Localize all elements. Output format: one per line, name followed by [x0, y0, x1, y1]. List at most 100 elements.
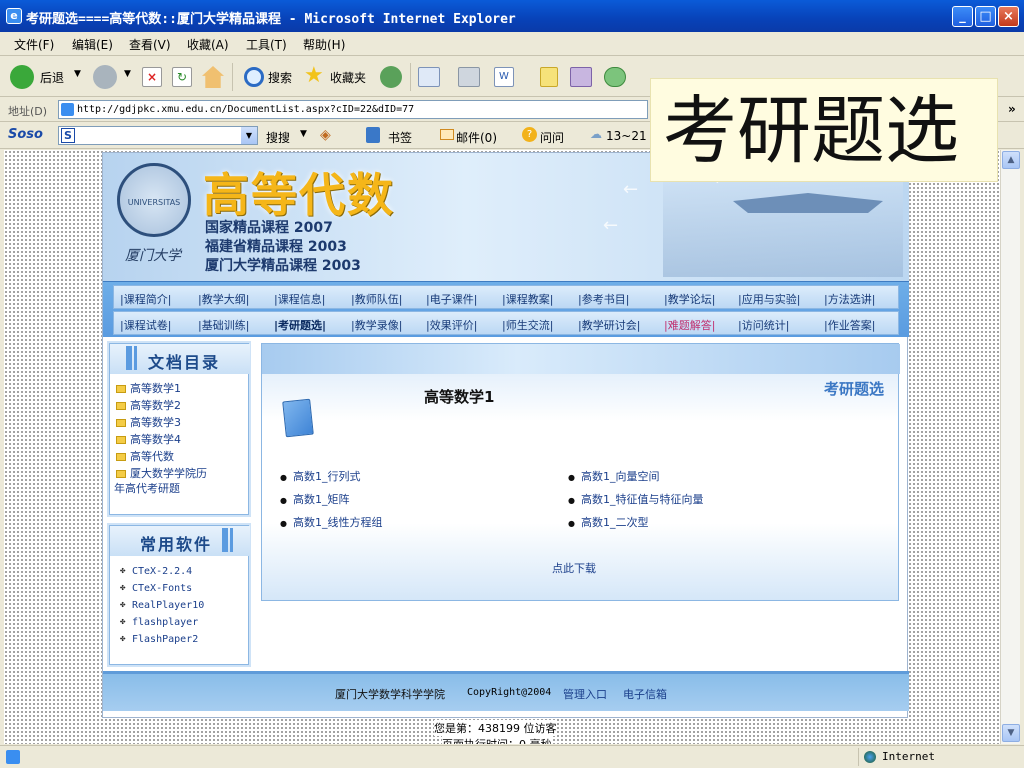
soso-search-dropdown-icon[interactable]: ▼ — [300, 129, 307, 139]
nav-link[interactable]: |电子课件| — [426, 291, 477, 307]
favorites-button[interactable]: 收藏夹 — [330, 69, 366, 86]
mailbox-link[interactable]: 电子信箱 — [623, 686, 667, 702]
nav-link[interactable]: |师生交流| — [502, 317, 553, 333]
toolbar-more-icon[interactable]: » — [1008, 102, 1016, 116]
back-button[interactable]: 后退 — [40, 69, 64, 86]
weather-icon: ☁ — [590, 127, 602, 141]
scroll-up-icon[interactable]: ▲ — [1002, 151, 1020, 169]
refresh-icon[interactable]: ↻ — [172, 67, 192, 87]
web-page: ← ← ← UNIVERSITAS 厦门大学 高等代数 国家精品课程 2007 … — [102, 152, 909, 718]
nav-link[interactable]: |教学大纲| — [198, 291, 249, 307]
doc-link[interactable]: 高数1_向量空间 — [568, 468, 660, 484]
soso-mail-button[interactable]: 邮件(0) — [456, 129, 497, 146]
print-icon[interactable] — [458, 67, 480, 87]
doc-item[interactable]: 高等代数 — [116, 448, 174, 464]
bookmarks-button[interactable]: 书签 — [388, 129, 412, 146]
notes-icon[interactable] — [540, 67, 558, 87]
software-item[interactable]: ✤ CTeX-2.2.4 — [120, 566, 192, 577]
back-dropdown-icon[interactable]: ▼ — [74, 69, 81, 79]
page-viewport: ← ← ← UNIVERSITAS 厦门大学 高等代数 国家精品课程 2007 … — [4, 150, 1000, 744]
software-title: 常用软件 — [140, 535, 213, 554]
menu-favorites[interactable]: 收藏(A) — [187, 36, 229, 53]
nav-link[interactable]: |教学录像| — [351, 317, 402, 333]
university-signature: 厦门大学 — [125, 248, 181, 264]
nav-link[interactable]: |基础训练| — [198, 317, 249, 333]
menu-tools[interactable]: 工具(T) — [246, 36, 287, 53]
admin-link[interactable]: 管理入口 — [563, 686, 607, 702]
doc-link[interactable]: 高数1_行列式 — [280, 468, 361, 484]
nav-link[interactable]: |作业答案| — [824, 317, 875, 333]
nav-link[interactable]: |课程简介| — [120, 291, 171, 307]
mail-icon[interactable] — [418, 67, 440, 87]
course-nav: |课程简介| |教学大纲| |课程信息| |教师队伍| |电子课件| |课程教案… — [103, 281, 909, 337]
soso-dropdown-icon[interactable]: ▼ — [241, 127, 257, 144]
doc-link[interactable]: 高数1_特征值与特征向量 — [568, 491, 704, 507]
soso-weather[interactable]: 13~21 — [606, 129, 647, 143]
menu-edit[interactable]: 编辑(E) — [72, 36, 113, 53]
word-edit-icon[interactable]: W — [494, 67, 514, 87]
stop-icon[interactable]: × — [142, 67, 162, 87]
doc-item[interactable]: 高等数学3 — [116, 414, 181, 430]
pin-icon: ✤ — [120, 617, 126, 627]
nav-link[interactable]: |教学论坛| — [664, 291, 715, 307]
favorites-star-icon[interactable]: ★ — [304, 65, 324, 87]
download-link[interactable]: 点此下载 — [552, 560, 596, 576]
software-item[interactable]: ✤ flashplayer — [120, 617, 198, 628]
visitor-counter: 您是第：438199 位访客 — [434, 720, 557, 736]
scroll-down-icon[interactable]: ▼ — [1002, 724, 1020, 742]
maximize-button[interactable]: □ — [975, 6, 996, 27]
close-button[interactable]: × — [998, 6, 1019, 27]
doc-link[interactable]: 高数1_矩阵 — [280, 491, 350, 507]
nav-link[interactable]: |应用与实验| — [738, 291, 800, 307]
messenger-icon[interactable] — [604, 67, 626, 87]
doc-link[interactable]: 高数1_二次型 — [568, 514, 649, 530]
vertical-scrollbar[interactable]: ▲ ▼ — [1000, 150, 1020, 744]
nav-link[interactable]: |教师队伍| — [351, 291, 402, 307]
nav-link[interactable]: |参考书目| — [578, 291, 629, 307]
doc-link[interactable]: 高数1_线性方程组 — [280, 514, 383, 530]
soso-search-input[interactable]: S ▼ — [58, 126, 258, 145]
nav-link[interactable]: |访问统计| — [738, 317, 789, 333]
menu-file[interactable]: 文件(F) — [14, 36, 54, 53]
forward-icon[interactable] — [93, 65, 117, 89]
bookmarks-icon — [366, 127, 380, 143]
nav-link-current[interactable]: |考研题选| — [274, 317, 326, 333]
research-icon[interactable] — [570, 67, 592, 87]
doc-item[interactable]: 高等数学2 — [116, 397, 181, 413]
menu-view[interactable]: 查看(V) — [129, 36, 171, 53]
software-item[interactable]: ✤ RealPlayer10 — [120, 600, 204, 611]
doc-item-continued[interactable]: 年高代考研题 — [114, 480, 180, 496]
minimize-button[interactable]: _ — [952, 6, 973, 27]
soso-tools-icon[interactable]: ◈ — [320, 127, 331, 143]
nav-link[interactable]: |课程教案| — [502, 291, 553, 307]
menu-help[interactable]: 帮助(H) — [303, 36, 345, 53]
doc-item[interactable]: 高等数学4 — [116, 431, 181, 447]
list-heading: 高等数学1 — [424, 388, 495, 406]
nav-link[interactable]: |教学研讨会| — [578, 317, 640, 333]
pin-icon: ✤ — [120, 600, 126, 610]
nav-link[interactable]: |课程试卷| — [120, 317, 171, 333]
address-label: 地址(D) — [8, 105, 48, 118]
search-icon[interactable] — [244, 67, 264, 87]
search-button[interactable]: 搜索 — [268, 69, 292, 86]
doc-item[interactable]: 高等数学1 — [116, 380, 181, 396]
software-item[interactable]: ✤ CTeX-Fonts — [120, 583, 192, 594]
address-url: http://gdjpkc.xmu.edu.cn/DocumentList.as… — [77, 104, 415, 115]
footer-copyright: CopyRight@2004 — [467, 687, 552, 698]
software-item[interactable]: ✤ FlashPaper2 — [120, 634, 198, 645]
history-icon[interactable] — [380, 66, 402, 88]
nav-link[interactable]: |效果评价| — [426, 317, 477, 333]
title-bar: e 考研题选====高等代数::厦门大学精品课程 - Microsoft Int… — [0, 0, 1024, 32]
document-icon — [282, 398, 314, 438]
back-icon[interactable] — [10, 65, 34, 89]
nav-link[interactable]: |难题解答| — [664, 317, 715, 333]
doc-item[interactable]: 厦大数学学院历 — [116, 465, 207, 481]
soso-ask-button[interactable]: 问问 — [540, 129, 564, 146]
address-input[interactable]: http://gdjpkc.xmu.edu.cn/DocumentList.as… — [58, 100, 648, 119]
nav-link[interactable]: |课程信息| — [274, 291, 325, 307]
soso-search-button[interactable]: 搜搜 — [266, 129, 290, 146]
forward-dropdown-icon[interactable]: ▼ — [124, 69, 131, 79]
nav-link[interactable]: |方法选讲| — [824, 291, 875, 307]
page-icon — [61, 103, 74, 116]
home-icon[interactable] — [202, 66, 224, 88]
